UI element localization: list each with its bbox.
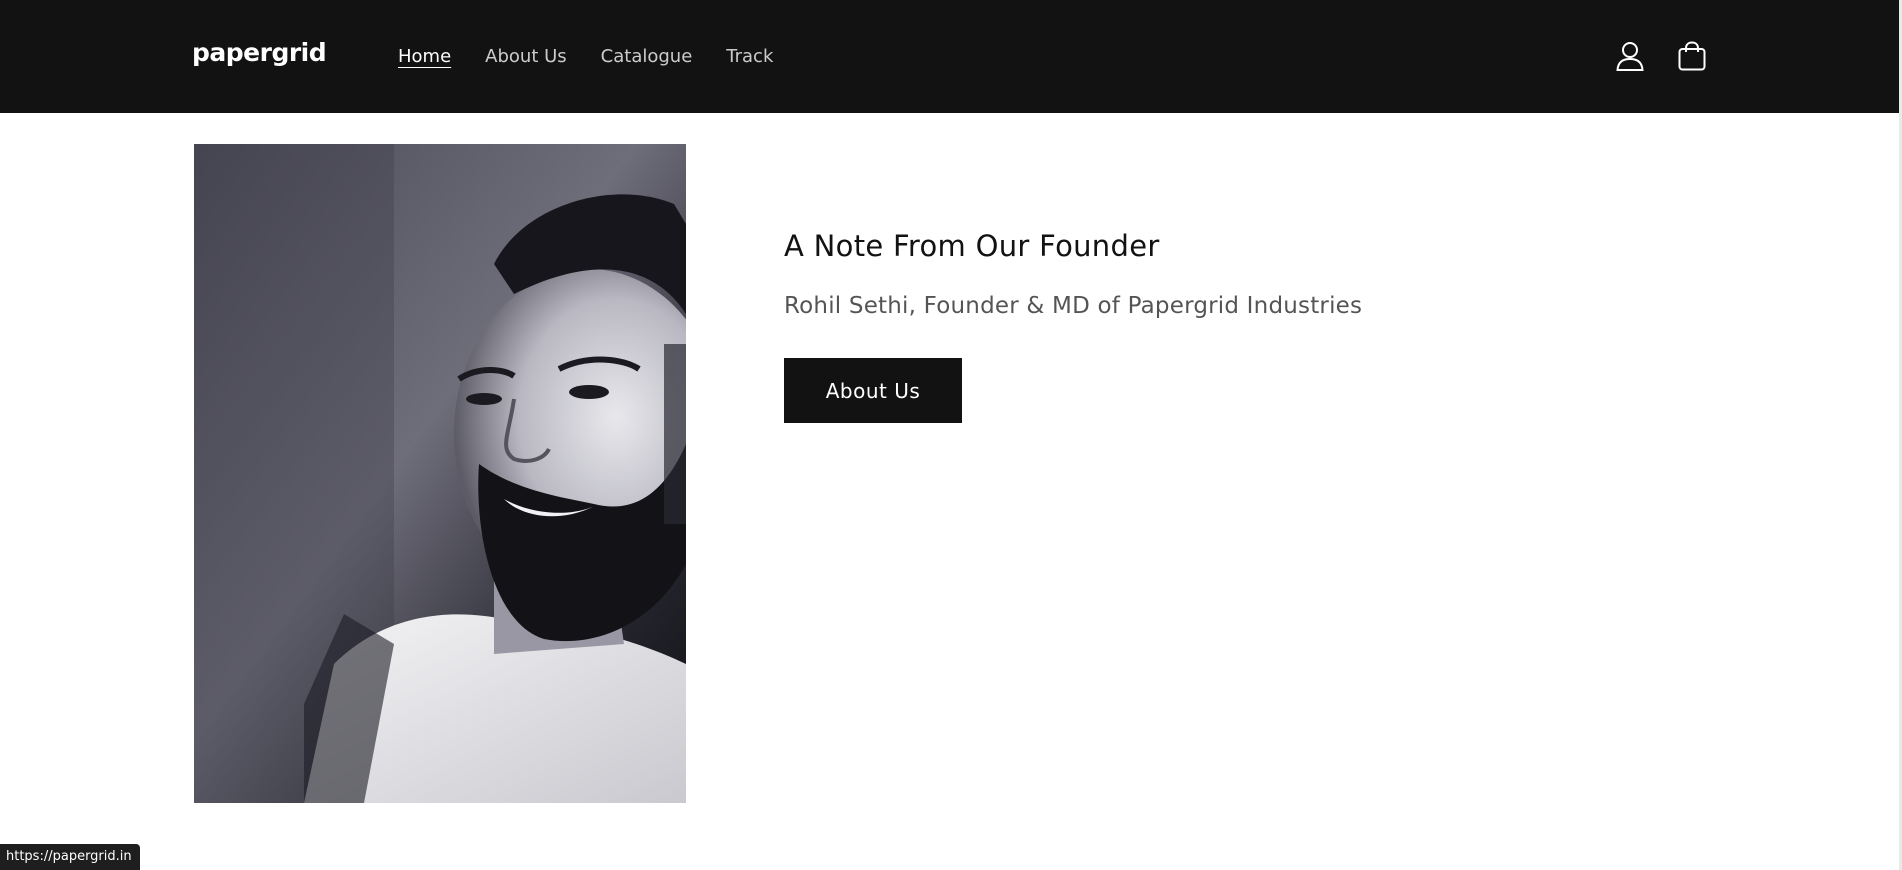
status-bar-url: https://papergrid.in [0, 844, 140, 870]
nav-item-catalogue[interactable]: Catalogue [601, 45, 693, 69]
founder-note: A Note From Our Founder Rohil Sethi, Fou… [784, 224, 1684, 423]
nav-item-track[interactable]: Track [726, 45, 773, 69]
account-icon[interactable] [1614, 38, 1646, 74]
founder-photo [194, 144, 686, 803]
about-us-button[interactable]: About Us [784, 358, 962, 423]
main-nav: Home About Us Catalogue Track [398, 45, 807, 69]
founder-subtitle: Rohil Sethi, Founder & MD of Papergrid I… [784, 293, 1363, 319]
page: papergrid Home About Us Catalogue Track [0, 0, 1902, 870]
nav-item-home[interactable]: Home [398, 45, 451, 69]
founder-heading: A Note From Our Founder [784, 229, 1160, 263]
site-header: papergrid Home About Us Catalogue Track [0, 0, 1899, 113]
nav-item-about-us[interactable]: About Us [485, 45, 567, 69]
header-icons [1614, 38, 1708, 74]
cart-icon[interactable] [1676, 38, 1708, 74]
site-logo[interactable]: papergrid [192, 38, 327, 67]
